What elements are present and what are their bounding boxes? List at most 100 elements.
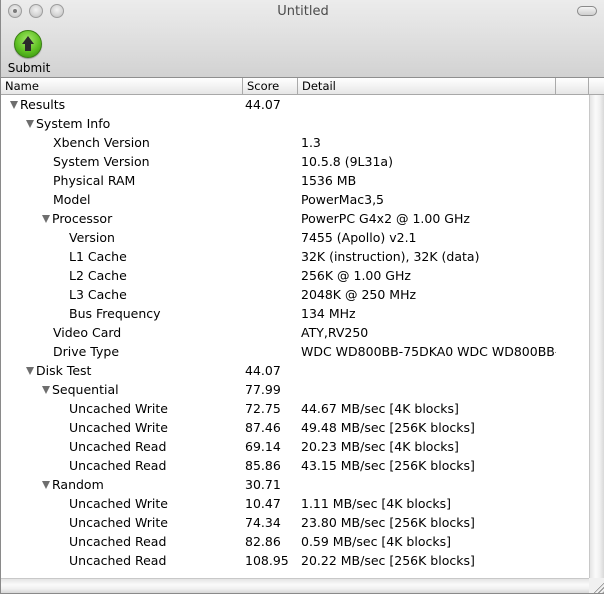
row-name-cell: Random (1, 475, 243, 494)
row-detail: 2048K @ 250 MHz (301, 287, 417, 302)
row-name-cell: Results (1, 95, 243, 114)
row-name: Bus Frequency (69, 306, 161, 321)
row-name-cell: Uncached Read (1, 532, 243, 551)
row-score: 87.46 (245, 420, 281, 435)
row-name: Model (53, 192, 91, 207)
row-detail: 10.5.8 (9L31a) (301, 154, 393, 169)
horizontal-scrollbar[interactable] (1, 578, 589, 593)
vertical-scrollbar[interactable] (589, 95, 604, 578)
table-row[interactable]: Sequential 77.99 (1, 380, 589, 399)
row-name-cell: Sequential (1, 380, 243, 399)
row-score: 82.86 (245, 534, 281, 549)
table-row[interactable]: Uncached Read 85.86 43.15 MB/sec [256K blo… (1, 456, 589, 475)
row-detail: 44.67 MB/sec [4K blocks] (301, 401, 459, 416)
table-row[interactable]: Uncached Read 108.95 20.22 MB/sec [256K bl… (1, 551, 589, 570)
disclosure-triangle-icon[interactable] (42, 385, 50, 394)
table-row[interactable]: Physical RAM 1536 MB (1, 171, 589, 190)
row-name-cell: System Info (1, 114, 243, 133)
row-detail: 134 MHz (301, 306, 356, 321)
row-name: L2 Cache (69, 268, 127, 283)
row-name-cell: Drive Type (1, 342, 243, 361)
row-detail: 49.48 MB/sec [256K blocks] (301, 420, 475, 435)
table-row[interactable]: L1 Cache 32K (instruction), 32K (data) (1, 247, 589, 266)
row-detail: 20.22 MB/sec [256K blocks] (301, 553, 475, 568)
row-name-cell: Processor (1, 209, 243, 228)
row-detail: 1.11 MB/sec [4K blocks] (301, 496, 451, 511)
row-detail: PowerMac3,5 (301, 192, 384, 207)
row-name-cell: Uncached Read (1, 456, 243, 475)
row-name: Uncached Read (69, 458, 167, 473)
resize-grip[interactable] (589, 578, 604, 593)
row-score: 85.86 (245, 458, 281, 473)
table-row[interactable]: Bus Frequency 134 MHz (1, 304, 589, 323)
row-name-cell: Version (1, 228, 243, 247)
table-row[interactable]: Uncached Write 87.46 49.48 MB/sec [256K bl… (1, 418, 589, 437)
column-header-extra[interactable] (556, 78, 589, 94)
table-row[interactable]: Version 7455 (Apollo) v2.1 (1, 228, 589, 247)
row-name: Uncached Read (69, 553, 167, 568)
row-name-cell: Uncached Write (1, 494, 243, 513)
row-score: 30.71 (245, 477, 281, 492)
row-score: 10.47 (245, 496, 281, 511)
table-row[interactable]: System Info (1, 114, 589, 133)
table-row[interactable]: Processor PowerPC G4x2 @ 1.00 GHz (1, 209, 589, 228)
row-name: Video Card (53, 325, 122, 340)
row-detail: WDC WD800BB-75DKA0 WDC WD800BB- (301, 344, 556, 359)
disclosure-triangle-icon[interactable] (42, 480, 50, 489)
table-header: Name Score Detail (1, 78, 604, 95)
table-row[interactable]: L2 Cache 256K @ 1.00 GHz (1, 266, 589, 285)
table-row[interactable]: Uncached Write 72.75 44.67 MB/sec [4K bloc… (1, 399, 589, 418)
submit-label: Submit (7, 61, 51, 75)
row-name: Processor (52, 211, 113, 226)
row-name: Disk Test (36, 363, 92, 378)
row-name-cell: Uncached Read (1, 437, 243, 456)
row-name: Uncached Read (69, 534, 167, 549)
disclosure-triangle-icon[interactable] (26, 119, 34, 128)
row-name: Uncached Write (69, 401, 168, 416)
table-row[interactable]: Drive Type WDC WD800BB-75DKA0 WDC WD800BB… (1, 342, 589, 361)
row-name-cell: Uncached Write (1, 418, 243, 437)
row-score: 72.75 (245, 401, 281, 416)
table-row[interactable]: Video Card ATY,RV250 (1, 323, 589, 342)
disclosure-triangle-icon[interactable] (26, 366, 34, 375)
app-window: Untitled Submit Name Score Detail Result… (0, 0, 604, 594)
submit-button[interactable]: Submit (7, 30, 51, 76)
row-score: 77.99 (245, 382, 281, 397)
row-detail: 43.15 MB/sec [256K blocks] (301, 458, 475, 473)
table-row[interactable]: Uncached Write 74.34 23.80 MB/sec [256K bl… (1, 513, 589, 532)
disclosure-triangle-icon[interactable] (10, 100, 18, 109)
table-row[interactable]: Random 30.71 (1, 475, 589, 494)
row-detail: PowerPC G4x2 @ 1.00 GHz (301, 211, 470, 226)
table-row[interactable]: L3 Cache 2048K @ 250 MHz (1, 285, 589, 304)
table-row[interactable]: Uncached Read 69.14 20.23 MB/sec [4K block… (1, 437, 589, 456)
row-score: 44.07 (245, 363, 281, 378)
table-row[interactable]: Xbench Version 1.3 (1, 133, 589, 152)
row-detail: 23.80 MB/sec [256K blocks] (301, 515, 475, 530)
row-detail: 256K @ 1.00 GHz (301, 268, 411, 283)
table-row[interactable]: Uncached Write 10.47 1.11 MB/sec [4K block… (1, 494, 589, 513)
table-row[interactable]: Model PowerMac3,5 (1, 190, 589, 209)
column-header-name[interactable]: Name (1, 78, 243, 94)
window-title: Untitled (277, 4, 329, 19)
row-name-cell: System Version (1, 152, 243, 171)
row-name: L3 Cache (69, 287, 127, 302)
column-header-detail[interactable]: Detail (298, 78, 556, 94)
row-name-cell: Disk Test (1, 361, 243, 380)
table-row[interactable]: Results 44.07 (1, 95, 589, 114)
table-row[interactable]: System Version 10.5.8 (9L31a) (1, 152, 589, 171)
toolbar-toggle-button[interactable] (577, 6, 597, 16)
table-row[interactable]: Disk Test 44.07 (1, 361, 589, 380)
upload-arrow-icon (14, 30, 42, 58)
row-name-cell: L2 Cache (1, 266, 243, 285)
row-name-cell: Uncached Read (1, 551, 243, 570)
row-name: Sequential (52, 382, 119, 397)
column-header-score[interactable]: Score (243, 78, 298, 94)
row-score: 108.95 (245, 553, 289, 568)
row-name: Uncached Write (69, 515, 168, 530)
disclosure-triangle-icon[interactable] (42, 214, 50, 223)
row-score: 74.34 (245, 515, 281, 530)
table-row[interactable]: Uncached Read 82.86 0.59 MB/sec [4K blocks… (1, 532, 589, 551)
row-name: System Info (36, 116, 111, 131)
row-name-cell: Physical RAM (1, 171, 243, 190)
row-name: Physical RAM (53, 173, 136, 188)
